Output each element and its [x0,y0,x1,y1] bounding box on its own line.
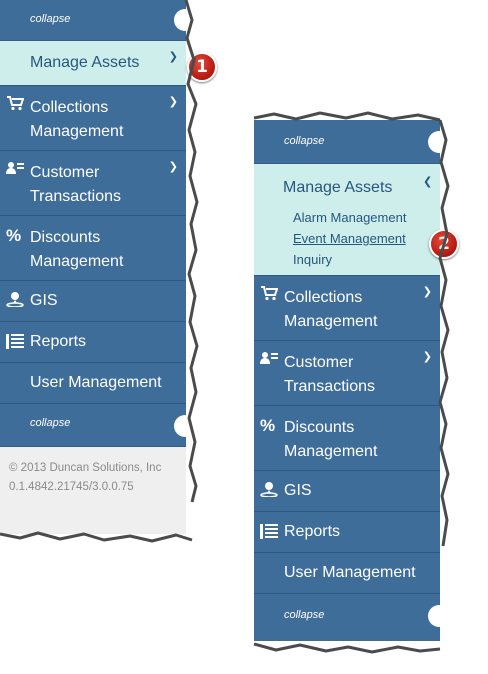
collapse-knob-icon[interactable] [174,415,196,437]
list-icon [260,524,278,543]
collapse-toggle-top[interactable]: collapse [254,120,450,164]
menu-item-discounts-management[interactable]: % Discounts Management [254,406,440,471]
manage-assets-submenu: Alarm Management Event Management Inquir… [293,207,406,270]
left-sidebar-menu: collapse Manage Assets ❯ Collections Man… [0,0,196,447]
left-sidebar-panel: collapse Manage Assets ❯ Collections Man… [0,0,196,534]
collapse-label: collapse [284,609,325,621]
copyright-text: © 2013 Duncan Solutions, Inc [9,462,162,474]
cart-icon [6,95,25,115]
menu-item-label: Manage Assets [30,54,140,71]
menu-item-label: Discounts Management [30,229,124,270]
menu-item-label: Reports [284,523,341,540]
chevron-up-icon: ❯ [422,176,432,188]
user-card-icon [6,161,24,179]
menu-item-manage-assets[interactable]: Manage Assets ❯ [0,41,186,86]
collapse-label: collapse [284,135,325,147]
menu-item-reports[interactable]: Reports [254,512,440,553]
map-pin-icon [6,291,24,311]
menu-item-label: Customer Transactions [284,354,375,395]
menu-item-label: User Management [30,374,162,391]
chevron-down-icon: ❯ [422,351,432,363]
menu-item-collections-management[interactable]: Collections Management ❯ [254,276,440,341]
collapse-knob-icon[interactable] [174,9,196,31]
collapse-toggle-bottom[interactable]: collapse [254,594,450,641]
menu-item-reports[interactable]: Reports [0,322,186,363]
menu-item-label: Collections Management [30,99,124,140]
menu-item-label: User Management [284,564,416,581]
user-card-icon [260,351,278,369]
menu-item-label: Discounts Management [284,419,378,460]
menu-item-customer-transactions[interactable]: Customer Transactions ❯ [254,341,440,406]
menu-item-label: Manage Assets [283,179,393,196]
menu-item-discounts-management[interactable]: % Discounts Management [0,216,186,281]
submenu-alarm-management[interactable]: Alarm Management [293,207,406,228]
menu-item-label: Collections Management [284,289,378,330]
menu-item-label: Reports [30,333,87,350]
collapse-knob-icon[interactable] [428,131,450,153]
version-text: 0.1.4842.21745/3.0.0.75 [9,481,134,493]
collapse-knob-icon[interactable] [428,605,450,627]
submenu-inquiry[interactable]: Inquiry [293,249,406,270]
menu-item-customer-transactions[interactable]: Customer Transactions ❯ [0,151,186,216]
menu-item-label: GIS [30,292,58,309]
percent-icon: % [6,226,22,245]
menu-item-label: Customer Transactions [30,164,121,205]
callout-badge-1: 1 [187,52,217,82]
menu-item-manage-assets[interactable]: Manage Assets ❯ Alarm Management Event M… [254,164,440,276]
percent-icon: % [260,416,276,435]
collapse-toggle-top[interactable]: collapse [0,0,196,41]
menu-item-gis[interactable]: GIS [0,281,186,322]
chevron-down-icon: ❯ [168,161,178,173]
collapse-toggle-bottom[interactable]: collapse [0,404,196,447]
chevron-down-icon: ❯ [422,286,432,298]
chevron-down-icon: ❯ [168,96,178,108]
menu-item-user-management[interactable]: User Management [0,363,186,404]
sidebar-footer: © 2013 Duncan Solutions, Inc 0.1.4842.21… [0,447,186,497]
right-sidebar-menu: collapse Manage Assets ❯ Alarm Managemen… [254,120,450,641]
map-pin-icon [260,481,278,501]
menu-item-gis[interactable]: GIS [254,471,440,512]
right-sidebar-panel: collapse Manage Assets ❯ Alarm Managemen… [254,120,450,644]
collapse-label: collapse [30,417,71,429]
list-icon [6,334,24,353]
chevron-down-icon: ❯ [168,51,178,63]
menu-item-user-management[interactable]: User Management [254,553,440,594]
menu-item-label: GIS [284,482,312,499]
menu-item-collections-management[interactable]: Collections Management ❯ [0,86,186,151]
collapse-label: collapse [30,13,71,25]
submenu-event-management[interactable]: Event Management [293,228,406,249]
callout-badge-2: 2 [429,229,459,259]
cart-icon [260,285,279,305]
